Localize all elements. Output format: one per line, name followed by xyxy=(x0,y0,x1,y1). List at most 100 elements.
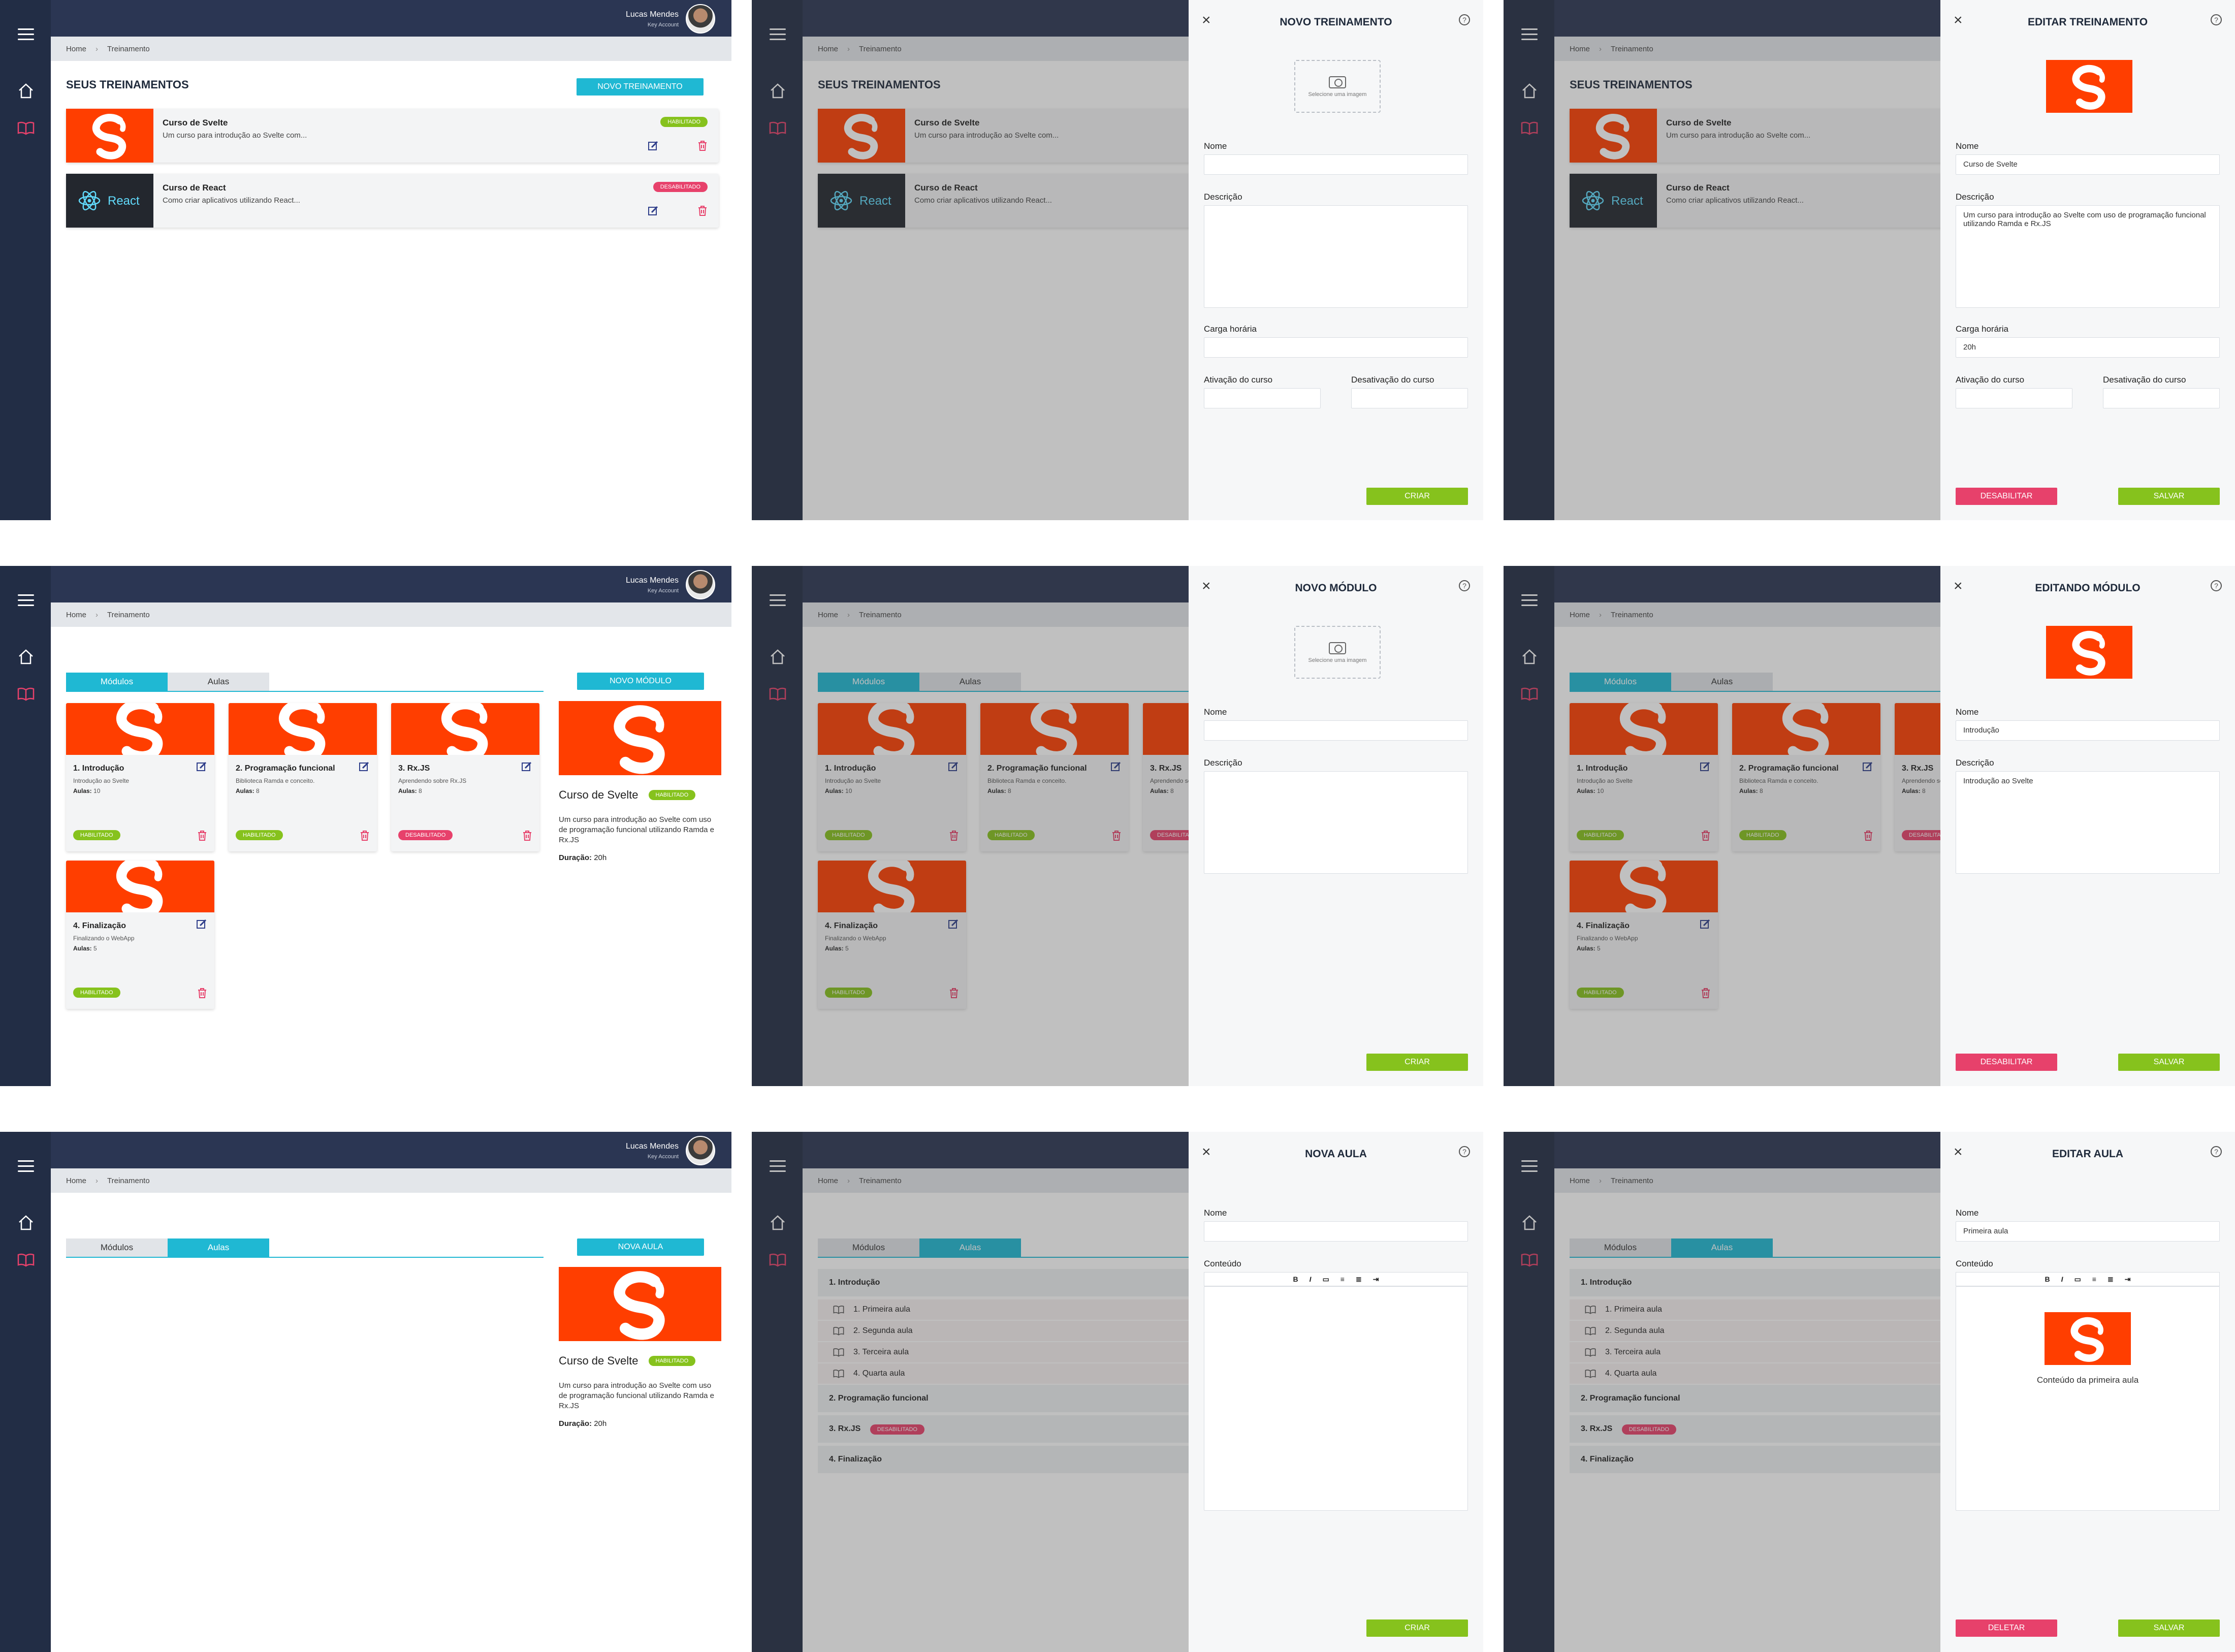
text-input[interactable] xyxy=(1204,154,1468,175)
module-card[interactable]: 1. Introdução Introdução ao Svelte Aulas… xyxy=(66,703,214,851)
help-icon[interactable]: ? xyxy=(2211,1146,2222,1157)
module-card[interactable]: 3. Rx.JS Aprendendo sobre Rx.JS Aulas: 8… xyxy=(391,703,539,851)
delete-button[interactable]: DELETAR xyxy=(1956,1619,2057,1637)
menu-icon[interactable] xyxy=(18,594,34,606)
module-card[interactable]: 2. Programação funcional Biblioteca Ramd… xyxy=(229,703,377,851)
tab-lessons[interactable]: Aulas xyxy=(168,1238,269,1257)
rich-text-editor[interactable]: Conteúdo da primeira aula xyxy=(1956,1286,2220,1511)
text-input[interactable] xyxy=(1204,720,1468,741)
image-picker[interactable] xyxy=(2046,626,2132,679)
indent-icon[interactable]: ⇥ xyxy=(2125,1273,2131,1286)
trash-icon[interactable] xyxy=(197,830,207,841)
tab-modules[interactable]: Módulos xyxy=(66,1238,168,1257)
training-card[interactable]: Curso de Svelte Um curso para introdução… xyxy=(66,109,719,163)
text-input[interactable] xyxy=(1351,388,1468,408)
edit-icon[interactable] xyxy=(648,205,659,216)
breadcrumb-home[interactable]: Home xyxy=(66,611,86,619)
list-icon[interactable]: ≣ xyxy=(1356,1273,1362,1286)
create-button[interactable]: CRIAR xyxy=(1366,1054,1468,1071)
content-text: Conteúdo da primeira aula xyxy=(2036,1375,2139,1385)
create-button[interactable]: CRIAR xyxy=(1366,1619,1468,1637)
text-input[interactable] xyxy=(1204,771,1468,874)
edit-icon[interactable] xyxy=(648,140,659,151)
text-input[interactable] xyxy=(1204,337,1468,358)
status-badge: HABILITADO xyxy=(73,988,120,998)
new-item-button[interactable]: NOVA AULA xyxy=(577,1238,704,1256)
user-menu[interactable]: Lucas Mendes Key Account xyxy=(626,4,715,34)
create-button[interactable]: CRIAR xyxy=(1366,488,1468,505)
menu-icon[interactable] xyxy=(18,28,34,40)
trash-icon[interactable] xyxy=(697,140,708,151)
help-icon[interactable]: ? xyxy=(1459,580,1470,591)
trash-icon[interactable] xyxy=(697,205,708,216)
align-left-icon[interactable]: ≡ xyxy=(1340,1273,1345,1286)
image-icon[interactable]: ▭ xyxy=(2074,1273,2081,1286)
help-icon[interactable]: ? xyxy=(1459,1146,1470,1157)
image-icon[interactable]: ▭ xyxy=(1323,1273,1329,1286)
save-button[interactable]: SALVAR xyxy=(2118,1054,2220,1071)
text-input[interactable]: 20h xyxy=(1956,337,2220,358)
training-card[interactable]: React Curso de React Como criar aplicati… xyxy=(66,174,719,228)
tab-bar: Módulos Aulas xyxy=(66,673,544,692)
text-input[interactable] xyxy=(1204,1221,1468,1242)
trash-icon[interactable] xyxy=(360,830,370,841)
trash-icon[interactable] xyxy=(197,988,207,999)
topbar: Lucas Mendes Key Account xyxy=(51,1132,731,1168)
text-input[interactable] xyxy=(1204,1286,1468,1511)
breadcrumb-home[interactable]: Home xyxy=(66,1177,86,1185)
bold-icon[interactable]: B xyxy=(2045,1273,2050,1286)
module-card[interactable]: 4. Finalização Finalizando o WebApp Aula… xyxy=(66,861,214,1009)
home-icon[interactable] xyxy=(17,1214,35,1231)
text-input[interactable] xyxy=(1956,388,2072,408)
side-panel: × NOVO TREINAMENTO ? Selecione uma imagem… xyxy=(1189,0,1483,520)
text-input[interactable]: Primeira aula xyxy=(1956,1221,2220,1242)
help-icon[interactable]: ? xyxy=(2211,14,2222,25)
text-input[interactable] xyxy=(2103,388,2220,408)
image-picker[interactable]: Selecione uma imagem xyxy=(1294,626,1381,679)
user-role: Key Account xyxy=(647,1153,679,1160)
menu-icon[interactable] xyxy=(18,1160,34,1172)
text-input[interactable] xyxy=(1204,388,1321,408)
edit-icon[interactable] xyxy=(521,761,532,772)
field-label: Conteúdo xyxy=(1956,1259,1993,1268)
edit-icon[interactable] xyxy=(359,761,370,772)
new-item-button[interactable]: NOVO MÓDULO xyxy=(577,673,704,690)
tab-modules[interactable]: Módulos xyxy=(66,673,168,691)
breadcrumb-current: Treinamento xyxy=(107,610,150,619)
save-button[interactable]: SALVAR xyxy=(2118,1619,2220,1637)
align-left-icon[interactable]: ≡ xyxy=(2092,1273,2096,1286)
italic-icon[interactable]: I xyxy=(1310,1273,1312,1286)
avatar[interactable] xyxy=(686,4,715,34)
home-icon[interactable] xyxy=(17,82,35,100)
image-picker[interactable]: Selecione uma imagem xyxy=(1294,60,1381,113)
text-input[interactable]: Introdução ao Svelte xyxy=(1956,771,2220,874)
user-menu[interactable]: Lucas Mendes Key Account xyxy=(626,570,715,599)
trash-icon[interactable] xyxy=(522,830,532,841)
save-button[interactable]: SALVAR xyxy=(2118,488,2220,505)
text-input[interactable] xyxy=(1204,205,1468,308)
new-training-button[interactable]: NOVO TREINAMENTO xyxy=(577,78,704,96)
bold-icon[interactable]: B xyxy=(1293,1273,1298,1286)
indent-icon[interactable]: ⇥ xyxy=(1373,1273,1379,1286)
disable-button[interactable]: DESABILITAR xyxy=(1956,1054,2057,1071)
text-input[interactable]: Introdução xyxy=(1956,720,2220,741)
book-icon[interactable] xyxy=(17,1253,35,1267)
avatar[interactable] xyxy=(686,570,715,599)
avatar[interactable] xyxy=(686,1136,715,1165)
breadcrumb-home[interactable]: Home xyxy=(66,45,86,53)
edit-icon[interactable] xyxy=(196,761,207,772)
book-icon[interactable] xyxy=(17,121,35,135)
text-input[interactable]: Curso de Svelte xyxy=(1956,154,2220,175)
disable-button[interactable]: DESABILITAR xyxy=(1956,488,2057,505)
tab-lessons[interactable]: Aulas xyxy=(168,673,269,691)
user-menu[interactable]: Lucas Mendes Key Account xyxy=(626,1136,715,1165)
image-picker[interactable] xyxy=(2046,60,2132,113)
edit-icon[interactable] xyxy=(196,918,207,930)
italic-icon[interactable]: I xyxy=(2061,1273,2063,1286)
help-icon[interactable]: ? xyxy=(1459,14,1470,25)
book-icon[interactable] xyxy=(17,687,35,701)
home-icon[interactable] xyxy=(17,648,35,665)
list-icon[interactable]: ≣ xyxy=(2108,1273,2114,1286)
text-input[interactable]: Um curso para introdução ao Svelte com u… xyxy=(1956,205,2220,308)
help-icon[interactable]: ? xyxy=(2211,580,2222,591)
